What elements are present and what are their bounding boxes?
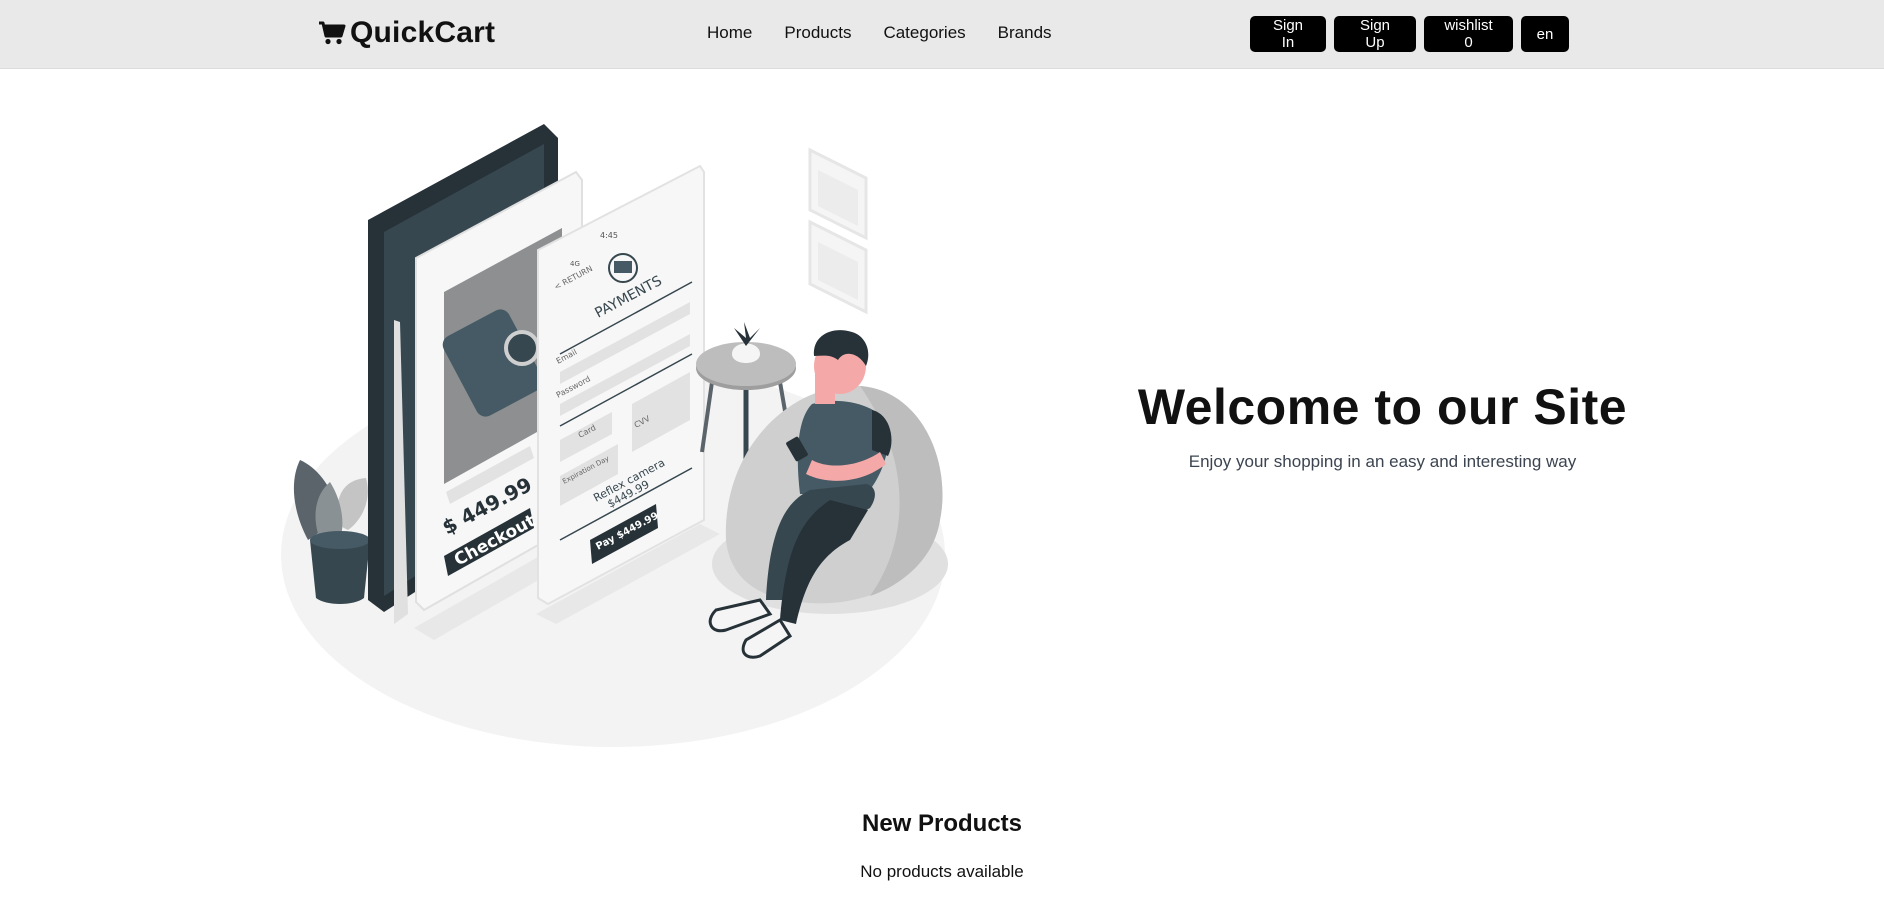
hero-subtitle: Enjoy your shopping in an easy and inter…: [1188, 452, 1577, 471]
status-time-text: 4:45: [600, 231, 618, 240]
new-products-title: New Products: [861, 810, 1023, 837]
nav-products[interactable]: Products: [784, 23, 851, 43]
language-button[interactable]: en: [1521, 16, 1569, 52]
status-network-text: 4G: [570, 260, 580, 268]
nav-home[interactable]: Home: [707, 23, 752, 43]
nav-categories[interactable]: Categories: [883, 23, 965, 43]
hero-text: Welcome to our Site Enjoy your shopping …: [1100, 378, 1665, 472]
top-navbar: QuickCart Home Products Categories Brand…: [0, 0, 1884, 69]
nav-actions: Sign In Sign Up wishlist 0 en: [1250, 16, 1569, 52]
nav-brands[interactable]: Brands: [998, 23, 1052, 43]
main-nav: Home Products Categories Brands: [707, 23, 1084, 43]
brand-name: QuickCart: [350, 16, 496, 49]
cart-icon: [319, 21, 346, 45]
sign-up-button[interactable]: Sign Up: [1334, 16, 1416, 52]
no-products-message: No products available: [860, 862, 1024, 881]
wall-frames: [808, 147, 868, 315]
hero-title: Welcome to our Site: [1137, 379, 1628, 435]
brand-logo-link[interactable]: QuickCart: [318, 16, 495, 50]
sign-in-button[interactable]: Sign In: [1250, 16, 1326, 52]
wishlist-button[interactable]: wishlist 0: [1424, 16, 1513, 52]
shopping-illustration: $ 449.99 Checkout 4:45 4G < RETURN PAYME…: [281, 124, 948, 747]
